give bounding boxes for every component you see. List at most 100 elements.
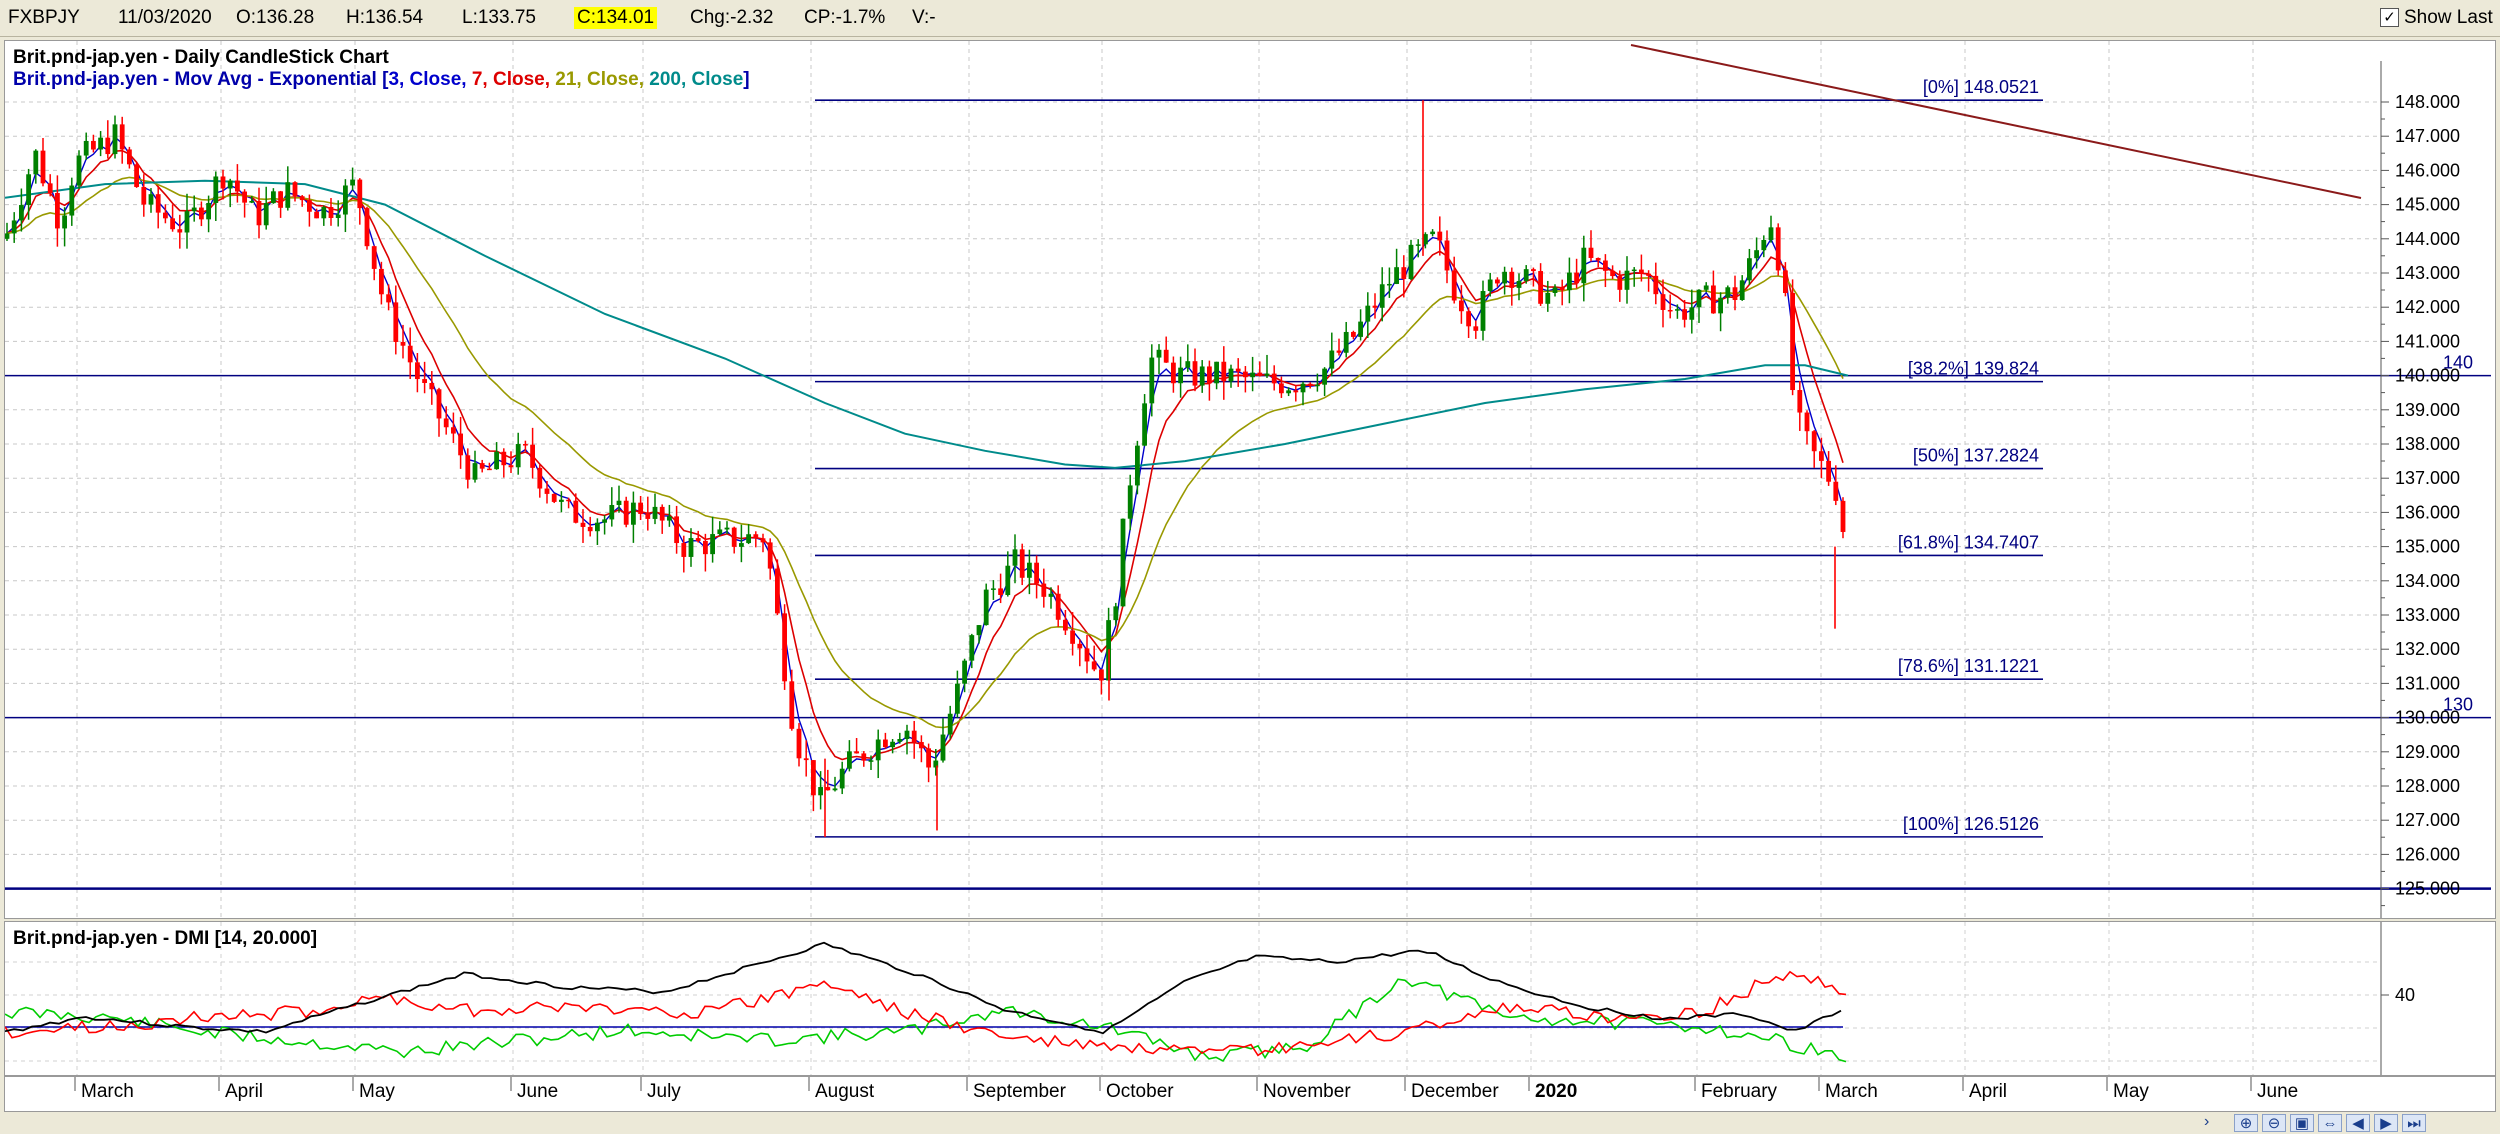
candle-body (746, 534, 751, 544)
zoom-out-icon[interactable]: ⊖ (2262, 1114, 2286, 1132)
candle-body (983, 589, 989, 626)
chart-title: Brit.pnd-jap.yen - Daily CandleStick Cha… (13, 47, 390, 68)
dmi-title: Brit.pnd-jap.yen - DMI [14, 20.000] (13, 928, 317, 949)
candle-body (1826, 460, 1831, 482)
candle-body (631, 502, 636, 525)
candle-body (868, 760, 874, 762)
candle-body (1221, 361, 1227, 382)
candle-body (415, 362, 420, 380)
candle-body (357, 179, 363, 209)
candle-body (62, 215, 67, 229)
candle-body (739, 543, 744, 547)
candle-body (379, 268, 384, 295)
candle-body (1804, 412, 1810, 432)
candle-body (1538, 271, 1543, 304)
candle-body (515, 444, 521, 468)
candle-body (1631, 269, 1637, 272)
fib-label: [61.8%] 134.7407 (1898, 532, 2039, 552)
scroll-forward-icon[interactable]: ▶ (2374, 1114, 2398, 1132)
dmi-chart[interactable]: 40 Brit.pnd-jap.yen - DMI [14, 20.000] (4, 922, 2495, 1075)
candle-body (1783, 270, 1788, 294)
price-chart[interactable]: 140130 [0%] 148.0521 [38.2%] 139.824 [50%]… (4, 41, 2495, 918)
candle-body (263, 203, 269, 226)
dmi-y-tick-40: 40 (2395, 985, 2415, 1005)
candle-body (688, 538, 694, 557)
candle-body (767, 542, 773, 569)
candle-body (364, 208, 370, 247)
candle-body (69, 185, 75, 216)
candle-body (710, 534, 715, 555)
candle-body (1041, 583, 1047, 597)
candle-body (350, 179, 355, 186)
candle-body (1055, 593, 1061, 620)
show-last-checkbox[interactable]: ✓ (2380, 8, 2399, 27)
candle-body (595, 522, 600, 532)
candle-body (875, 739, 881, 761)
candle-body (760, 538, 766, 543)
scroll-both-icon[interactable]: ⇔ (2318, 1114, 2342, 1132)
candle-body (1019, 549, 1025, 578)
candle-body (271, 191, 276, 204)
dmi-minus-line (4, 970, 1847, 1057)
candle-body (847, 751, 852, 769)
time-axis-label: November (1263, 1081, 1351, 1102)
candle-body (199, 207, 204, 220)
ma-legend-suffix: ] (743, 69, 749, 90)
candle-body (119, 124, 125, 150)
chart-navigation-bar: › ⊕ ⊖ ▣ ⇔ ◀ ▶ ⏭ (0, 1112, 2500, 1134)
candle-body (163, 212, 168, 219)
candle-body (436, 389, 442, 419)
candle-body (141, 186, 147, 205)
time-axis-label: May (2113, 1081, 2149, 1102)
ma-legend-item: 3, Close, (388, 69, 471, 90)
candle-body (1178, 367, 1183, 384)
price-chart-panel[interactable]: 140 130 [0%] 148.0521 [38.2%] 139.824 [50%]… (4, 40, 2496, 919)
candle-body (508, 465, 514, 468)
candle-body (1300, 383, 1306, 393)
show-last-toggle[interactable]: ✓ Show Last (2380, 6, 2493, 30)
candle-body (40, 150, 46, 184)
candle-body (1531, 269, 1536, 272)
scroll-left-icon[interactable]: ◀ (2346, 1114, 2370, 1132)
candle-body (371, 246, 377, 269)
candle-body (1739, 280, 1745, 300)
candle-body (1581, 247, 1587, 284)
candle-body (227, 180, 233, 189)
candle-body (4, 233, 10, 239)
save-icon[interactable]: ▣ (2290, 1114, 2314, 1132)
moving-average-legend: Brit.pnd-jap.yen - Mov Avg - Exponential… (13, 69, 750, 90)
candle-body (487, 468, 492, 471)
price-tick-label: 125.000 (2395, 879, 2460, 899)
scroll-right-icon[interactable]: › (2204, 1113, 2209, 1131)
candle-body (465, 455, 471, 480)
candle-body (343, 185, 348, 215)
candle-body (134, 164, 139, 187)
show-last-label: Show Last (2404, 7, 2493, 28)
candle-body (256, 200, 262, 226)
candle-body (1509, 271, 1515, 288)
scroll-end-icon[interactable]: ⏭ (2402, 1114, 2426, 1132)
candle-body (220, 176, 226, 189)
candle-body (1819, 451, 1824, 461)
candle-body (861, 753, 867, 761)
candle-body (652, 506, 658, 519)
candle-body (1660, 294, 1666, 310)
candle-body (832, 788, 838, 791)
candle-body (472, 463, 478, 480)
ema-3-line (6, 136, 1844, 787)
price-tick-label: 148.000 (2395, 92, 2460, 112)
zoom-in-icon[interactable]: ⊕ (2234, 1114, 2258, 1132)
candle-body (1307, 383, 1313, 386)
trend-line[interactable] (1630, 44, 2362, 199)
candle-body (235, 180, 240, 192)
candle-body (1768, 227, 1774, 240)
time-axis-label: September (973, 1081, 1067, 1102)
candle-body (11, 220, 17, 234)
price-tick-label: 142.000 (2395, 297, 2460, 317)
candle-body (1408, 244, 1414, 280)
candle-body (659, 506, 665, 521)
fib-label: [0%] 148.0521 (1923, 77, 2039, 97)
date-label: 11/03/2020 (118, 7, 212, 28)
candle-body (1840, 500, 1846, 532)
dmi-indicator-panel[interactable]: 40 Brit.pnd-jap.yen - DMI [14, 20.000] (4, 921, 2496, 1076)
